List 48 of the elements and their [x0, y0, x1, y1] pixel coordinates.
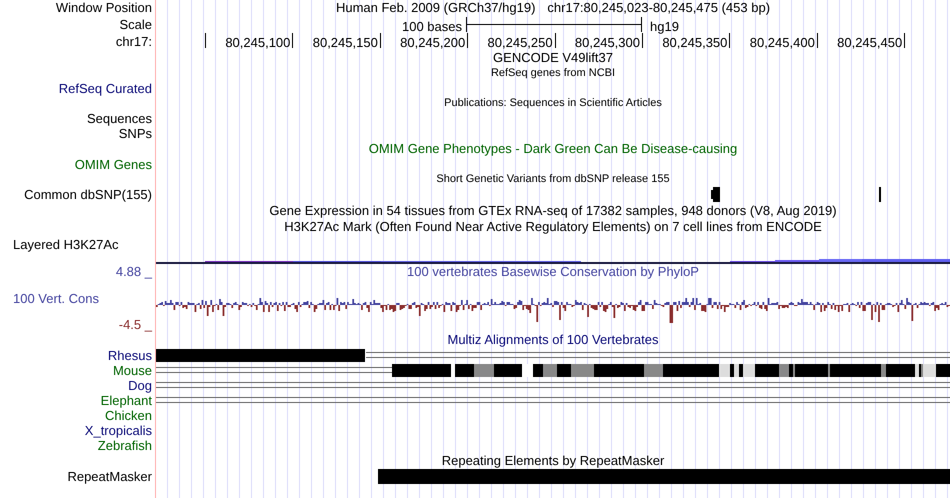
track-title: 100 vertebrates Basewise Conservation by PhyloP — [407, 265, 699, 279]
track-label: Layered H3K27Ac — [13, 236, 119, 254]
ruler-label: 80,245,350 — [662, 34, 728, 52]
track-description: Short Genetic Variants from dbSNP release 155 — [436, 172, 670, 188]
ruler-tick — [729, 33, 730, 48]
track-label: Zebrafish — [98, 438, 152, 455]
ruler-label: 80,245,450 — [837, 34, 902, 52]
ruler-tick — [292, 33, 294, 48]
track-label: SNPs — [118, 126, 152, 143]
row-label: Scale — [119, 16, 152, 34]
assembly-text: Human Feb. 2009 (GRCh37/hg19) — [336, 0, 536, 18]
ruler-tick — [380, 33, 381, 48]
ruler-label: 80,245,200 — [400, 34, 466, 52]
track-title: OMIM Gene Phenotypes - Dark Green Can Be Disease-causing — [368, 140, 738, 158]
snp-mark — [711, 187, 721, 202]
row-label: chr17: — [116, 32, 152, 51]
track-title: GENCODE V49lift37 — [493, 49, 613, 68]
ruler-tick — [205, 33, 206, 48]
track-title: Gene Expression in 54 tissues from GTEx RNA-seq of 17382 samples, 948 donors (V8, Aug 2019) — [269, 202, 837, 220]
track-label: RefSeq Curated — [58, 80, 152, 98]
ruler-label: 80,245,400 — [750, 34, 815, 52]
track-label: Common dbSNP(155) — [24, 186, 152, 204]
track-description: RefSeq genes from NCBI — [490, 66, 616, 82]
ruler-tick — [904, 33, 906, 48]
ruler-label: 80,245,100 — [225, 34, 290, 52]
axis-min-label: -4.5 _ — [118, 318, 154, 332]
ruler-label: 80,245,300 — [574, 34, 640, 52]
ruler-label: 80,245,150 — [312, 34, 378, 52]
track-title: Repeating Elements by RepeatMasker — [442, 452, 664, 470]
track-label: RepeatMasker — [67, 468, 152, 486]
row-label: Window Position — [56, 0, 152, 18]
ruler-tick — [642, 33, 643, 48]
ruler-tick — [816, 33, 818, 48]
track-label: Elephant — [100, 392, 152, 410]
axis-max-label: 4.88 _ — [116, 265, 154, 279]
scale-text: 100 bases — [402, 18, 462, 36]
track-title: Multiz Alignments of 100 Vertebrates — [447, 331, 658, 350]
ruler-label: 80,245,250 — [488, 34, 553, 52]
track-label: OMIM Genes — [74, 156, 152, 174]
track-label: 100 Vert. Cons — [12, 292, 100, 306]
snp-mark — [879, 187, 881, 202]
position-text: chr17:80,245,023-80,245,475 (453 bp) — [547, 0, 770, 18]
track-description: Publications: Sequences in Scientific Articles — [444, 96, 662, 112]
ruler-tick — [467, 33, 468, 48]
ruler-tick — [554, 33, 556, 48]
track-label: Sequences — [86, 110, 152, 128]
assembly-label: hg19 — [650, 18, 679, 36]
track-title: H3K27Ac Mark (Often Found Near Active Regulatory Elements) on 7 cell lines from ENCODE — [284, 218, 822, 236]
